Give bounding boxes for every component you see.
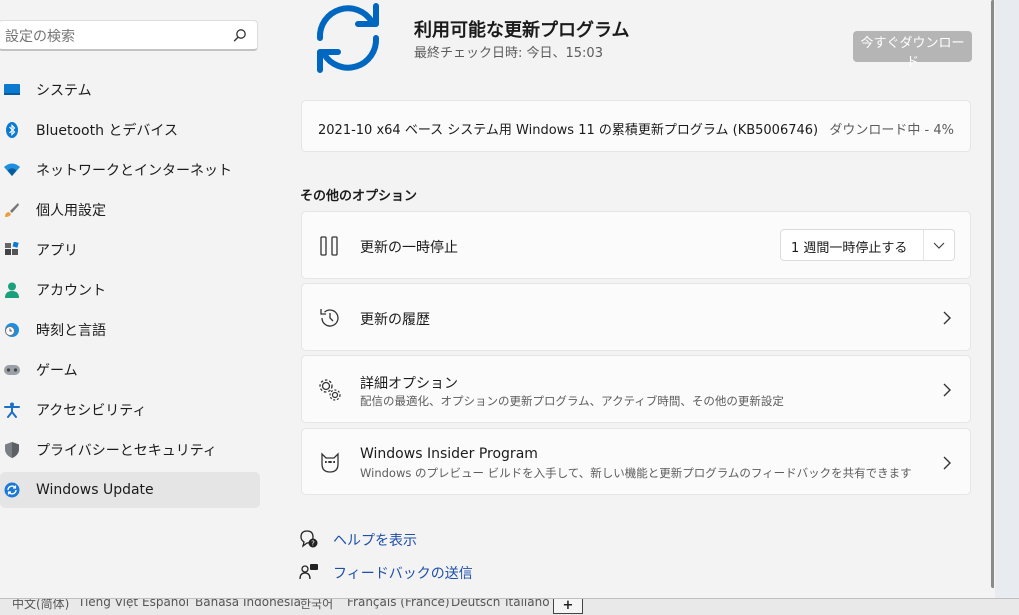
gamepad-icon bbox=[4, 362, 20, 378]
language-link[interactable]: 한국어 bbox=[300, 599, 333, 612]
pause-icon bbox=[320, 236, 338, 256]
sidebar-item-label: ゲーム bbox=[36, 363, 78, 379]
page-title: 利用可能な更新プログラム bbox=[414, 20, 630, 41]
update-sync-icon bbox=[316, 3, 380, 73]
svg-text:?: ? bbox=[311, 540, 315, 548]
advanced-options-title: 詳細オプション bbox=[360, 376, 458, 392]
monitor-icon bbox=[4, 82, 20, 98]
paintbrush-icon bbox=[4, 202, 20, 218]
pause-updates-title: 更新の一時停止 bbox=[360, 240, 458, 256]
desktop-edge bbox=[995, 0, 1019, 601]
update-history-row[interactable]: 更新の履歴 bbox=[301, 283, 971, 351]
sidebar-item-label: アクセシビリティ bbox=[36, 403, 147, 419]
language-link[interactable]: Italiano bbox=[505, 599, 550, 609]
sidebar-item-system[interactable]: システム bbox=[0, 72, 260, 108]
sidebar-item-apps[interactable]: アプリ bbox=[0, 232, 260, 268]
update-history-title: 更新の履歴 bbox=[360, 312, 430, 328]
chevron-right-icon bbox=[943, 311, 951, 325]
chevron-right-icon bbox=[943, 456, 951, 470]
feedback-link[interactable]: フィードバックの送信 bbox=[333, 563, 473, 583]
section-title: その他のオプション bbox=[300, 189, 418, 204]
sidebar-item-label: アカウント bbox=[36, 283, 106, 299]
bluetooth-icon bbox=[4, 122, 20, 138]
ninja-cat-icon bbox=[321, 452, 339, 473]
search-icon[interactable] bbox=[233, 28, 247, 42]
sidebar-item-gaming[interactable]: ゲーム bbox=[0, 352, 260, 388]
update-item: 2021-10 x64 ベース システム用 Windows 11 の累積更新プロ… bbox=[301, 100, 971, 152]
insider-program-row[interactable]: Windows Insider Program Windows のプレビュー ビ… bbox=[301, 428, 971, 495]
sidebar-item-label: 時刻と言語 bbox=[36, 323, 106, 339]
sidebar-item-label: プライバシーとセキュリティ bbox=[36, 443, 217, 459]
sidebar-item-privacy[interactable]: プライバシーとセキュリティ bbox=[0, 432, 260, 468]
update-name: 2021-10 x64 ベース システム用 Windows 11 の累積更新プロ… bbox=[318, 123, 819, 138]
sidebar-item-time-language[interactable]: 時刻と言語 bbox=[0, 312, 260, 348]
language-link[interactable]: Bahasa Indonesia bbox=[195, 599, 301, 609]
chevron-right-icon bbox=[943, 383, 951, 397]
sidebar-item-personalization[interactable]: 個人用設定 bbox=[0, 192, 260, 228]
globe-clock-icon bbox=[4, 322, 20, 338]
language-link[interactable]: 中文(简体) bbox=[12, 599, 69, 612]
accessibility-icon bbox=[4, 402, 20, 418]
insider-program-desc: Windows のプレビュー ビルドを入手して、新しい機能と更新プログラムのフィ… bbox=[360, 466, 912, 480]
pause-duration-select[interactable]: 1 週間一時停止する bbox=[780, 229, 955, 261]
add-language-button[interactable]: + bbox=[553, 599, 583, 614]
update-status: ダウンロード中 - 4% bbox=[829, 123, 954, 138]
feedback-icon bbox=[299, 564, 318, 580]
gears-icon bbox=[319, 379, 341, 401]
settings-search-box[interactable] bbox=[0, 20, 258, 51]
sidebar-item-label: Windows Update bbox=[36, 482, 154, 498]
language-link[interactable]: Tiếng Việt bbox=[78, 599, 138, 609]
wifi-icon bbox=[4, 162, 20, 178]
insider-program-title: Windows Insider Program bbox=[360, 446, 538, 462]
sidebar-item-network[interactable]: ネットワークとインターネット bbox=[0, 152, 260, 188]
advanced-options-desc: 配信の最適化、オプションの更新プログラム、アクティブ時間、その他の更新設定 bbox=[360, 394, 784, 408]
apps-icon bbox=[4, 242, 20, 258]
sidebar-item-label: ネットワークとインターネット bbox=[36, 163, 232, 179]
help-link[interactable]: ヘルプを表示 bbox=[333, 530, 417, 550]
windows-update-icon bbox=[4, 482, 20, 498]
search-input[interactable] bbox=[3, 26, 217, 48]
pause-duration-value: 1 週間一時停止する bbox=[791, 241, 908, 256]
sidebar-item-label: システム bbox=[36, 83, 92, 99]
pause-updates-row: 更新の一時停止 1 週間一時停止する bbox=[301, 211, 971, 279]
language-bar: 中文(简体) Tiếng Việt Español Bahasa Indones… bbox=[0, 598, 1019, 615]
sidebar-item-label: 個人用設定 bbox=[36, 203, 106, 219]
person-icon bbox=[4, 282, 20, 298]
download-now-button[interactable]: 今すぐダウンロード bbox=[853, 31, 972, 70]
sidebar-item-label: アプリ bbox=[36, 243, 78, 259]
shield-icon bbox=[4, 442, 20, 458]
select-divider bbox=[923, 230, 924, 260]
sidebar-item-accessibility[interactable]: アクセシビリティ bbox=[0, 392, 260, 428]
scrollbar[interactable] bbox=[991, 0, 994, 588]
sidebar-item-windows-update[interactable]: Windows Update bbox=[0, 472, 260, 508]
sidebar-item-label: Bluetooth とデバイス bbox=[36, 123, 178, 139]
language-link[interactable]: Deutsch bbox=[451, 599, 500, 609]
sidebar-item-accounts[interactable]: アカウント bbox=[0, 272, 260, 308]
help-icon: ? bbox=[300, 530, 318, 548]
last-checked-text: 最終チェック日時: 今日、15:03 bbox=[414, 46, 603, 61]
language-link[interactable]: Français (France) bbox=[347, 599, 450, 609]
advanced-options-row[interactable]: 詳細オプション 配信の最適化、オプションの更新プログラム、アクティブ時間、その他… bbox=[301, 355, 971, 423]
language-link[interactable]: Español bbox=[142, 599, 189, 609]
settings-window: システム Bluetooth とデバイス ネットワークとインターネット 個人用設… bbox=[0, 0, 994, 601]
chevron-down-icon[interactable] bbox=[933, 240, 945, 250]
sidebar-item-bluetooth[interactable]: Bluetooth とデバイス bbox=[0, 112, 260, 148]
history-icon bbox=[320, 309, 339, 327]
sidebar-nav: システム Bluetooth とデバイス ネットワークとインターネット 個人用設… bbox=[0, 72, 262, 512]
